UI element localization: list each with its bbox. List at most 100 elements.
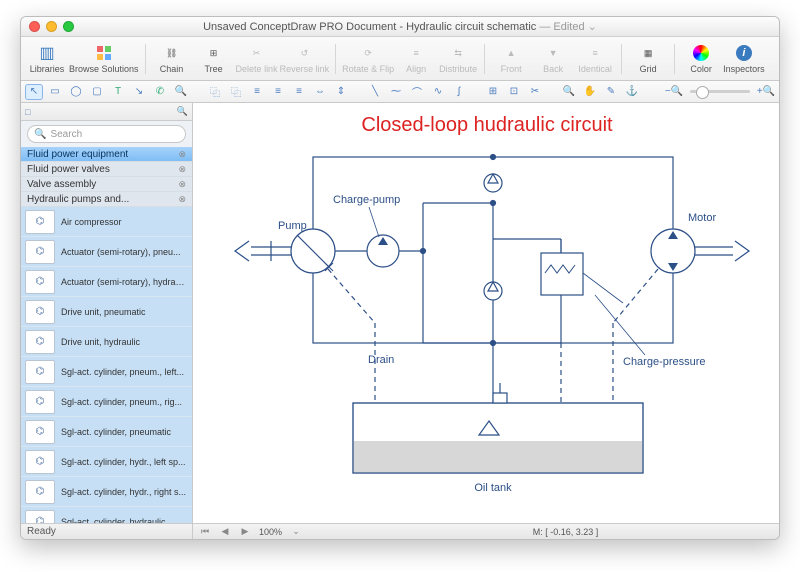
shape-label: Sgl-act. cylinder, pneum., rig... — [61, 397, 188, 407]
drawing-canvas[interactable]: Closed-loop hudraulic circuit — [193, 103, 779, 523]
align-right-icon[interactable]: ≡ — [290, 84, 308, 100]
align-label: Align — [406, 64, 426, 74]
polyline-tool-icon[interactable]: ∿ — [429, 84, 447, 100]
shape-thumb-icon: ⌬ — [25, 360, 55, 384]
shape-label: Drive unit, hydraulic — [61, 337, 188, 347]
grid-button[interactable]: ▦Grid — [628, 39, 668, 79]
libraries-icon: ▥ — [37, 43, 57, 63]
ungroup-icon[interactable]: ⿻ — [227, 84, 245, 100]
zoom-out-icon[interactable]: −🔍 — [665, 84, 683, 100]
pump-symbol — [235, 229, 335, 273]
identical-button: ≡Identical — [575, 39, 615, 79]
search-icon: 🔍 — [34, 129, 46, 140]
category-list: Fluid power equipment⊗Fluid power valves… — [21, 147, 192, 207]
charge-pressure-label: Charge-pressure — [623, 356, 706, 368]
snap2-icon[interactable]: ⊡ — [505, 84, 523, 100]
zoom-slider[interactable] — [690, 90, 750, 93]
rounded-rect-tool-icon[interactable]: ▢ — [88, 84, 106, 100]
shape-thumb-icon: ⌬ — [25, 420, 55, 444]
chain-button[interactable]: ⛓Chain — [152, 39, 192, 79]
shape-item[interactable]: ⌬Sgl-act. cylinder, hydraulic — [21, 507, 192, 523]
shape-thumb-icon: ⌬ — [25, 390, 55, 414]
hand-tool-icon[interactable]: ✋ — [581, 84, 599, 100]
curve-tool-icon[interactable]: ⁓ — [387, 84, 405, 100]
front-button: ▲Front — [491, 39, 531, 79]
chevron-down-icon[interactable]: ⌄ — [290, 526, 302, 537]
shape-item[interactable]: ⌬Drive unit, hydraulic — [21, 327, 192, 357]
shape-item[interactable]: ⌬ Sgl-act. cylinder, pneum., rig... — [21, 387, 192, 417]
shape-item[interactable]: ⌬Drive unit, pneumatic — [21, 297, 192, 327]
library-search[interactable]: 🔍 Search — [27, 125, 186, 143]
connector-tool-icon[interactable]: ↘ — [130, 84, 148, 100]
sidebar-tabs[interactable]: □ 🔍 — [21, 103, 192, 121]
shape-item[interactable]: ⌬Sgl-act. cylinder, hydr., right s... — [21, 477, 192, 507]
app-window: Unsaved ConceptDraw PRO Document - Hydra… — [20, 16, 780, 540]
close-icon[interactable]: ⊗ — [178, 194, 186, 205]
eyedrop-icon[interactable]: ✎ — [602, 84, 620, 100]
category-label: Hydraulic pumps and... — [27, 194, 129, 205]
distribute-label: Distribute — [439, 64, 477, 74]
library-sidebar: □ 🔍 🔍 Search Fluid power equipment⊗Fluid… — [21, 103, 193, 539]
charge-pump-label: Charge-pump — [333, 194, 400, 206]
tool-palette: ↖ ▭ ◯ ▢ T ↘ ✆ 🔍 ⿻ ⿻ ≡ ≡ ≡ ⇔ ⇕ ╲ ⁓ ⌒ ∿ ∫ … — [21, 81, 779, 103]
tab-icon[interactable]: □ — [25, 107, 30, 117]
close-icon[interactable]: ⊗ — [178, 164, 186, 175]
align-center-icon[interactable]: ≡ — [269, 84, 287, 100]
ellipse-tool-icon[interactable]: ◯ — [67, 84, 85, 100]
drain-label: Drain — [368, 354, 394, 366]
shape-item[interactable]: ⌬Sgl-act. cylinder, hydr., left sp... — [21, 447, 192, 477]
grid-label: Grid — [640, 64, 657, 74]
zoom-in-icon[interactable]: 🔍 — [560, 84, 578, 100]
line-tool-icon[interactable]: ╲ — [366, 84, 384, 100]
category-item[interactable]: Fluid power equipment⊗ — [21, 147, 192, 162]
page-prev-icon[interactable]: ◀ — [219, 526, 231, 537]
call-tool-icon[interactable]: ✆ — [151, 84, 169, 100]
libraries-button[interactable]: ▥Libraries — [27, 39, 67, 79]
tree-button[interactable]: ⊞Tree — [194, 39, 234, 79]
category-item[interactable]: Valve assembly ⊗ — [21, 177, 192, 192]
shape-label: Actuator (semi-rotary), hydraulic — [61, 277, 188, 287]
group-icon[interactable]: ⿻ — [206, 84, 224, 100]
chain-icon: ⛓ — [162, 43, 182, 63]
shape-item[interactable]: ⌬Actuator (semi-rotary), hydraulic — [21, 267, 192, 297]
distribute-icon: ⇆ — [448, 43, 468, 63]
close-icon[interactable]: ⊗ — [178, 179, 186, 190]
shape-item[interactable]: ⌬Air compressor — [21, 207, 192, 237]
front-label: Front — [501, 64, 522, 74]
snap-icon[interactable]: ⊞ — [484, 84, 502, 100]
anchor-icon[interactable]: ⚓ — [623, 84, 641, 100]
pointer-tool-icon[interactable]: ↖ — [25, 84, 43, 100]
arc-tool-icon[interactable]: ⌒ — [408, 84, 426, 100]
delete-link-icon: ✂ — [247, 43, 267, 63]
spline-tool-icon[interactable]: ∫ — [450, 84, 468, 100]
text-tool-icon[interactable]: T — [109, 84, 127, 100]
close-icon[interactable]: ⊗ — [178, 149, 186, 160]
distribute-v-icon[interactable]: ⇕ — [332, 84, 350, 100]
shape-label: Sgl-act. cylinder, hydr., left sp... — [61, 457, 188, 467]
page-next-icon[interactable]: ▶ — [239, 526, 251, 537]
libraries-label: Libraries — [30, 64, 65, 74]
shape-item[interactable]: ⌬Actuator (semi-rotary), pneu... — [21, 237, 192, 267]
charge-pressure-valve — [541, 239, 623, 309]
page-first-icon[interactable]: ⏮ — [199, 526, 211, 537]
crop-icon[interactable]: ✂ — [526, 84, 544, 100]
shape-label: Sgl-act. cylinder, pneumatic — [61, 427, 188, 437]
search-tool-icon[interactable]: 🔍 — [172, 84, 190, 100]
grid-icon: ▦ — [638, 43, 658, 63]
color-label: Color — [690, 64, 712, 74]
shape-item[interactable]: ⌬ Sgl-act. cylinder, pneumatic — [21, 417, 192, 447]
category-item[interactable]: Fluid power valves⊗ — [21, 162, 192, 177]
shape-item[interactable]: ⌬Sgl-act. cylinder, pneum., left... — [21, 357, 192, 387]
category-label: Valve assembly — [27, 179, 96, 190]
category-item[interactable]: Hydraulic pumps and... ⊗ — [21, 192, 192, 207]
search-icon[interactable]: 🔍 — [177, 106, 188, 117]
inspectors-button[interactable]: iInspectors — [723, 39, 765, 79]
color-button[interactable]: Color — [681, 39, 721, 79]
delete-link-button: ✂Delete link — [236, 39, 278, 79]
zoom-in2-icon[interactable]: +🔍 — [757, 84, 775, 100]
distribute-h-icon[interactable]: ⇔ — [311, 84, 329, 100]
align-left-icon[interactable]: ≡ — [248, 84, 266, 100]
rect-tool-icon[interactable]: ▭ — [46, 84, 64, 100]
browse-button[interactable]: Browse Solutions — [69, 39, 139, 79]
window-title: Unsaved ConceptDraw PRO Document - Hydra… — [21, 20, 779, 33]
